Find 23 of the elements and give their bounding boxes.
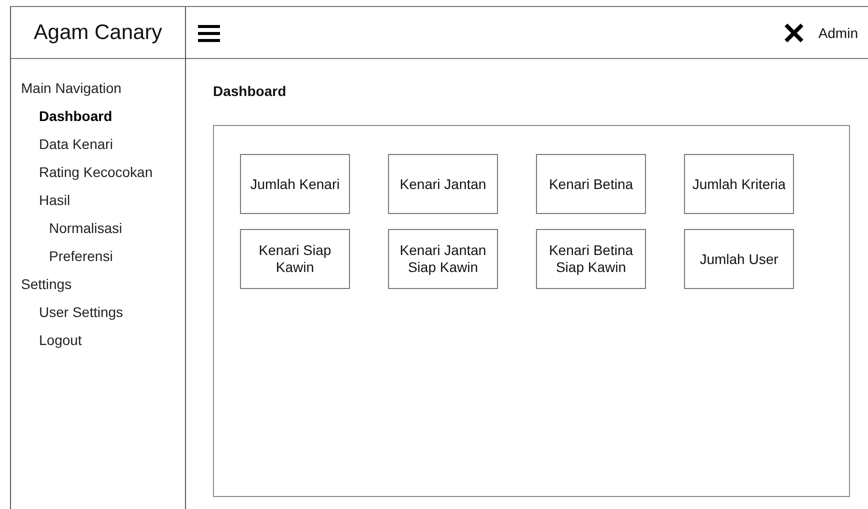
nav-item[interactable]: Normalisasi xyxy=(11,217,185,245)
nav-item[interactable]: Preferensi xyxy=(11,245,185,273)
nav-item[interactable]: User Settings xyxy=(11,301,185,329)
nav-item[interactable]: Main Navigation xyxy=(11,77,185,105)
user-name[interactable]: Admin xyxy=(818,24,858,40)
page-title: Dashboard xyxy=(213,83,288,101)
stat-card[interactable]: Kenari Betina Siap Kawin xyxy=(536,229,646,289)
brand-title: Agam Canary xyxy=(11,7,185,59)
nav-item[interactable]: Rating Kecocokan xyxy=(11,161,185,189)
nav-item[interactable]: Dashboard xyxy=(11,105,185,133)
nav-item[interactable]: Data Kenari xyxy=(11,133,185,161)
stat-card[interactable]: Kenari Jantan xyxy=(388,154,498,214)
nav-item[interactable]: Logout xyxy=(11,329,185,357)
stat-card[interactable]: Kenari Siap Kawin xyxy=(240,229,350,289)
menu-icon[interactable] xyxy=(198,22,220,42)
close-icon[interactable] xyxy=(784,22,804,42)
nav-item[interactable]: Hasil xyxy=(11,189,185,217)
stat-card[interactable]: Kenari Jantan Siap Kawin xyxy=(388,229,498,289)
stat-card[interactable]: Jumlah Kriteria xyxy=(684,154,794,214)
nav-item[interactable]: Settings xyxy=(11,273,185,301)
stat-card[interactable]: Kenari Betina xyxy=(536,154,646,214)
stat-card[interactable]: Jumlah Kenari xyxy=(240,154,350,214)
stat-card[interactable]: Jumlah User xyxy=(684,229,794,289)
